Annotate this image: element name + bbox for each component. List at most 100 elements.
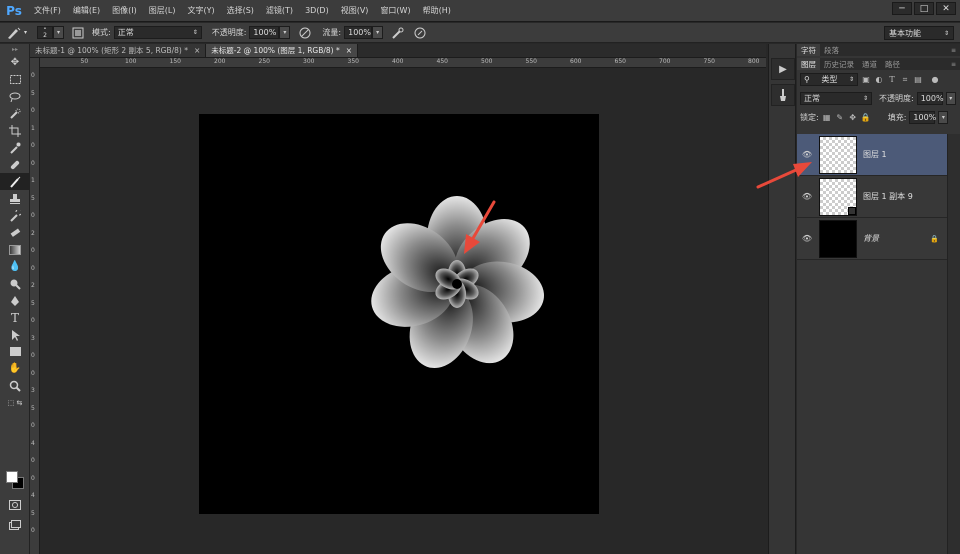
tab-paths[interactable]: 路径 [881, 58, 904, 70]
close-icon[interactable]: × [346, 46, 352, 55]
tab-channels[interactable]: 通道 [858, 58, 881, 70]
menu-filter[interactable]: 滤镜(T) [260, 0, 299, 22]
history-brush-tool-icon[interactable] [0, 207, 30, 224]
opacity-input[interactable]: 100% [249, 26, 280, 39]
minimize-button[interactable]: ─ [892, 2, 912, 15]
swap-colors-icon[interactable]: ⬚ ⇆ [0, 398, 30, 408]
zoom-tool-icon[interactable] [0, 377, 30, 394]
lock-label: 锁定: [800, 113, 819, 122]
tab-document-1[interactable]: 未标题-1 @ 100% (矩形 2 副本 5, RGB/8) * × [30, 44, 207, 57]
flow-input[interactable]: 100% [344, 26, 373, 39]
document-canvas[interactable] [199, 114, 599, 514]
gradient-tool-icon[interactable] [0, 241, 30, 258]
lock-pixels-icon[interactable]: ✎ [835, 113, 845, 123]
shape-filter-icon[interactable]: ⌗ [900, 75, 910, 85]
eye-icon[interactable]: 👁 [797, 192, 817, 201]
menu-window[interactable]: 窗口(W) [374, 0, 416, 22]
collapse-icon[interactable]: ▸▸ [0, 44, 30, 54]
healing-brush-tool-icon[interactable] [0, 156, 30, 173]
canvas-area[interactable] [40, 68, 766, 554]
ruler-tick-label: 750 [703, 58, 715, 65]
chevron-down-icon[interactable]: ▾ [279, 26, 291, 39]
chevron-updown-icon: ⇕ [943, 29, 949, 37]
eraser-tool-icon[interactable] [0, 224, 30, 241]
menu-view[interactable]: 视图(V) [335, 0, 375, 22]
tab-paragraph[interactable]: 段落 [820, 44, 843, 56]
menu-select[interactable]: 选择(S) [221, 0, 260, 22]
lasso-tool-icon[interactable] [0, 88, 30, 105]
layers-scrollbar[interactable] [947, 134, 960, 554]
dodge-tool-icon[interactable] [0, 275, 30, 292]
chevron-down-icon[interactable]: ▾ [53, 26, 65, 39]
layer-row[interactable]: 👁 图层 1 副本 9 [797, 176, 947, 218]
tab-history[interactable]: 历史记录 [820, 58, 858, 70]
layer-row[interactable]: 👁 背景 🔒 [797, 218, 947, 260]
menu-file[interactable]: 文件(F) [28, 0, 67, 22]
fill-input[interactable]: 100% [909, 111, 936, 124]
tab-document-2[interactable]: 未标题-2 @ 100% (图层 1, RGB/8) * × [206, 44, 359, 57]
menu-layer[interactable]: 图层(L) [143, 0, 182, 22]
horizontal-ruler[interactable]: 0501001502002503003504004505005506006507… [40, 58, 766, 68]
rectangle-tool-icon[interactable] [0, 343, 30, 360]
type-tool-icon[interactable]: T [0, 309, 30, 326]
eye-icon[interactable]: 👁 [797, 150, 817, 159]
foreground-color-swatch[interactable] [6, 471, 18, 483]
pressure-opacity-toggle[interactable] [298, 26, 312, 40]
tool-preset-picker[interactable]: ▾ [6, 26, 27, 40]
adjustment-filter-icon[interactable]: ◐ [874, 75, 884, 85]
vertical-ruler[interactable]: 0 5 0 1 0 0 1 5 0 2 0 0 2 5 0 3 0 0 3 5 0 4 0 0 4 5 0 [30, 58, 40, 554]
panel-menu-icon[interactable]: ≡ [947, 44, 960, 56]
lock-all-icon[interactable]: 🔒 [861, 113, 871, 123]
tool-presets-icon[interactable] [771, 84, 795, 106]
pressure-size-toggle[interactable] [413, 26, 427, 40]
screen-mode-icon[interactable] [0, 516, 30, 533]
character-panel-tabs: 字符 段落 ≡ [797, 44, 960, 56]
lock-transparent-icon[interactable]: ▦ [822, 113, 832, 123]
quick-select-tool-icon[interactable] [0, 105, 30, 122]
layer-name[interactable]: 图层 1 [863, 149, 887, 160]
close-icon[interactable]: × [194, 46, 200, 55]
tab-layers[interactable]: 图层 [797, 58, 820, 70]
lock-position-icon[interactable]: ✥ [848, 113, 858, 123]
chevron-down-icon[interactable]: ▾ [945, 92, 956, 105]
panel-menu-icon[interactable]: ≡ [947, 58, 960, 70]
tab-character[interactable]: 字符 [797, 44, 820, 56]
brush-size-picker[interactable]: • 2 ▾ [37, 26, 65, 39]
crop-tool-icon[interactable] [0, 122, 30, 139]
filter-toggle-icon[interactable]: ● [930, 75, 940, 85]
clone-stamp-tool-icon[interactable] [0, 190, 30, 207]
layer-name[interactable]: 背景 [863, 233, 879, 244]
maximize-button[interactable]: □ [914, 2, 934, 15]
workspace-select[interactable]: 基本功能 ⇕ [884, 26, 954, 40]
close-button[interactable]: ✕ [936, 2, 956, 15]
pixel-filter-icon[interactable]: ▣ [861, 75, 871, 85]
menu-edit[interactable]: 编辑(E) [67, 0, 106, 22]
blur-tool-icon[interactable]: 💧 [0, 258, 30, 275]
menu-type[interactable]: 文字(Y) [181, 0, 220, 22]
path-selection-tool-icon[interactable] [0, 326, 30, 343]
chevron-down-icon[interactable]: ▾ [938, 111, 949, 124]
type-filter-icon[interactable]: T [887, 75, 897, 85]
blend-mode-select[interactable]: 正常 ⇕ [800, 92, 872, 105]
brush-panel-toggle[interactable] [72, 27, 84, 39]
chevron-down-icon[interactable]: ▾ [372, 26, 384, 39]
layer-filter-select[interactable]: ⚲ 类型 ⇕ [800, 73, 858, 86]
eyedropper-tool-icon[interactable] [0, 139, 30, 156]
layer-row[interactable]: 👁 图层 1 [797, 134, 947, 176]
menu-help[interactable]: 帮助(H) [417, 0, 457, 22]
move-tool-icon[interactable]: ✥ [0, 54, 30, 71]
layer-opacity-input[interactable]: 100% [916, 92, 944, 105]
brush-tool-icon[interactable] [0, 173, 30, 190]
mode-select[interactable]: 正常 ⇕ [113, 26, 202, 39]
menu-image[interactable]: 图像(I) [106, 0, 143, 22]
marquee-tool-icon[interactable] [0, 71, 30, 88]
airbrush-toggle[interactable] [391, 26, 405, 40]
eye-icon[interactable]: 👁 [797, 234, 817, 243]
layer-name[interactable]: 图层 1 副本 9 [863, 191, 913, 202]
play-action-icon[interactable]: ▶ [771, 58, 795, 80]
smart-object-filter-icon[interactable]: ▤ [913, 75, 923, 85]
hand-tool-icon[interactable]: ✋ [0, 360, 30, 377]
quick-mask-icon[interactable] [0, 496, 30, 513]
menu-3d[interactable]: 3D(D) [299, 0, 335, 22]
pen-tool-icon[interactable] [0, 292, 30, 309]
